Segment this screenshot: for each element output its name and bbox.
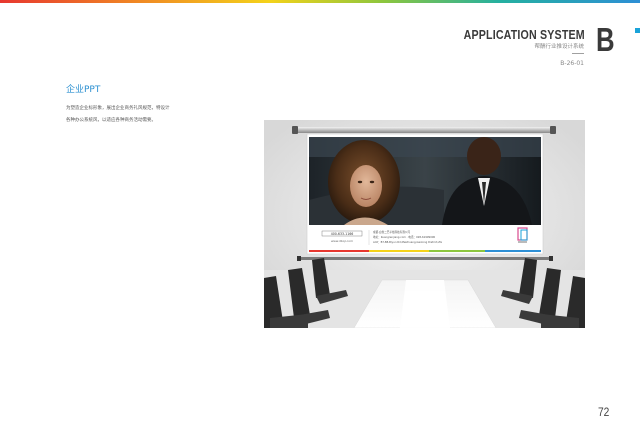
section-title: 企业PPT [66, 85, 101, 95]
header-divider [572, 53, 584, 54]
top-gradient-bar [0, 0, 640, 3]
page-number: 72 [598, 405, 610, 419]
accent-square [635, 28, 640, 33]
description-line-1: 为塑造企业标形象，展出企业商务礼风规范，特设计 [66, 106, 170, 111]
system-title: APPLICATION SYSTEM [463, 27, 585, 42]
bar-cap-right [550, 126, 556, 134]
projector-bar [294, 127, 554, 133]
slide-info-line-1: 成都·白雀二巴平线科技有限公司 [373, 230, 411, 234]
slide-info-line-2: 地址：Kuangrenjiang.com · 电话：028-61999090 [373, 235, 436, 239]
page-code: B-26-01 [560, 60, 584, 67]
slide-phone: 400-633-1166 [331, 232, 354, 236]
conference-room-mockup: 400-633-1166 www.dbqr.com 成都·白雀二巴平线科技有限公… [264, 120, 585, 328]
description-line-2: 各种办公系统风，以适应各种商务活动需要。 [66, 118, 156, 123]
screen-photo [309, 137, 541, 225]
system-subtitle: 帮酬行业推设计系统 [534, 44, 584, 50]
screen-bottom-bar [300, 257, 550, 260]
slide-website: www.dbqr.com [331, 239, 353, 243]
bar-cap-left [292, 126, 298, 134]
slide-info-line-3: Add：B7-B8-Biyun Rd,Meizhuang,Gaolong Dis… [373, 240, 442, 244]
section-letter: B [596, 21, 615, 58]
